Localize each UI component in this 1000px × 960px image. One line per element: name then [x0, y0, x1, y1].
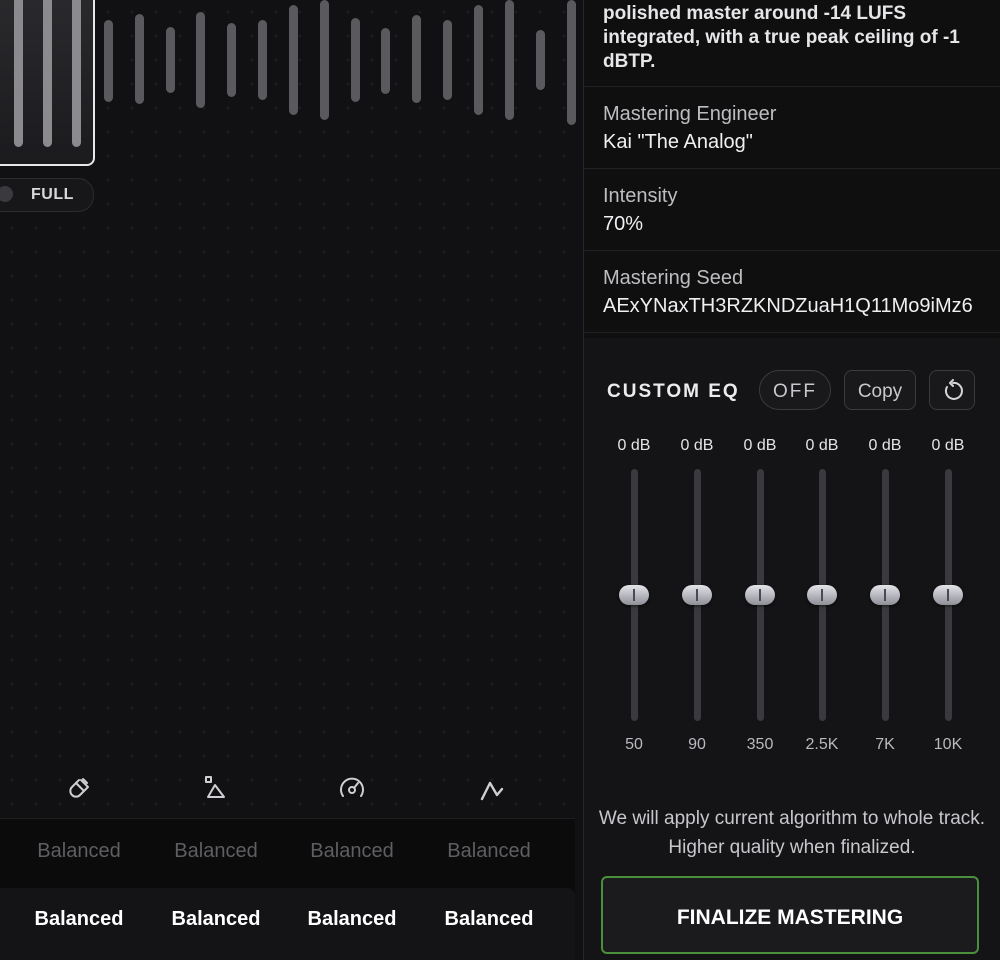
- eq-reset-button[interactable]: [929, 370, 975, 410]
- divider: [584, 250, 1000, 251]
- band-slider-thumb[interactable]: [933, 585, 963, 605]
- waveform-bar: [227, 23, 236, 97]
- peak-icon[interactable]: [475, 772, 509, 806]
- waveform-bar: [289, 5, 298, 115]
- intensity-value: 70%: [603, 213, 644, 235]
- waveform-bar: [351, 18, 360, 102]
- eq-title: CUSTOM EQ: [607, 381, 740, 402]
- band-frequency-label: 10K: [933, 736, 963, 753]
- band-slider-thumb[interactable]: [870, 585, 900, 605]
- preset-selected[interactable]: Balanced: [148, 908, 284, 931]
- mastering-description: polished master around -14 LUFS integrat…: [603, 3, 960, 72]
- waveform-bar: [412, 15, 421, 103]
- preset-selected[interactable]: Balanced: [421, 908, 557, 931]
- band-gain-label: 0 dB: [617, 437, 651, 454]
- band-slider-thumb[interactable]: [619, 585, 649, 605]
- intensity-label: Intensity: [603, 185, 678, 207]
- band-frequency-label: 350: [746, 736, 774, 753]
- divider: [584, 168, 1000, 169]
- band-frequency-label: 2.5K: [805, 736, 839, 753]
- band-gain-label: 0 dB: [743, 437, 777, 454]
- band-slider-thumb[interactable]: [745, 585, 775, 605]
- waveform-bar: [536, 30, 545, 90]
- waveform-bar: [443, 20, 452, 100]
- preset-selected[interactable]: Balanced: [11, 908, 147, 931]
- shape-icon[interactable]: [198, 772, 232, 806]
- band-gain-label: 0 dB: [805, 437, 839, 454]
- band-frequency-label: 50: [625, 736, 643, 753]
- waveform[interactable]: [0, 0, 583, 166]
- divider: [584, 332, 1000, 333]
- preset-option[interactable]: Balanced: [421, 840, 557, 863]
- preset-option[interactable]: Balanced: [11, 840, 147, 863]
- view-mode-label: FULL: [31, 186, 74, 203]
- waveform-bar: [135, 14, 144, 104]
- player-panel: FULL Balanced Balanced Balanced Balanced…: [0, 0, 583, 960]
- reset-icon: [944, 379, 963, 400]
- finalize-mastering-button[interactable]: FINALIZE MASTERING: [601, 876, 979, 954]
- preset-option[interactable]: Balanced: [284, 840, 420, 863]
- seed-value: AExYNaxTH3RZKNDZuaH1Q11Mo9iMz6: [603, 295, 973, 317]
- divider: [584, 86, 1000, 87]
- waveform-bar: [258, 20, 267, 100]
- apply-note: We will apply current algorithm to whole…: [598, 808, 986, 858]
- gauge-icon[interactable]: [335, 772, 369, 806]
- waveform-bar: [381, 28, 390, 94]
- waveform-bar: [104, 20, 113, 102]
- magnet-icon[interactable]: [62, 772, 96, 806]
- waveform-bar: [196, 12, 205, 108]
- engineer-value: Kai "The Analog": [603, 131, 753, 153]
- preset-option[interactable]: Balanced: [148, 840, 284, 863]
- mastering-panel: polished master around -14 LUFS integrat…: [584, 0, 1000, 960]
- band-gain-label: 0 dB: [868, 437, 902, 454]
- waveform-bar: [72, 0, 81, 147]
- eq-toggle-button[interactable]: OFF: [759, 370, 831, 410]
- band-frequency-label: 7K: [875, 736, 895, 753]
- engineer-label: Mastering Engineer: [603, 103, 777, 125]
- band-gain-label: 0 dB: [680, 437, 714, 454]
- preset-selected[interactable]: Balanced: [284, 908, 420, 931]
- eq-copy-button[interactable]: Copy: [844, 370, 916, 410]
- waveform-bar: [505, 0, 514, 120]
- band-slider-thumb[interactable]: [682, 585, 712, 605]
- waveform-bar: [474, 5, 483, 115]
- band-slider-thumb[interactable]: [807, 585, 837, 605]
- seed-label: Mastering Seed: [603, 267, 744, 289]
- waveform-bar: [14, 0, 23, 147]
- waveform-bar: [320, 0, 329, 120]
- band-gain-label: 0 dB: [931, 437, 965, 454]
- view-mode-toggle[interactable]: FULL: [0, 178, 94, 212]
- band-frequency-label: 90: [688, 736, 706, 753]
- waveform-selection[interactable]: [0, 0, 95, 166]
- toggle-knob: [0, 186, 13, 202]
- waveform-bar: [166, 27, 175, 93]
- custom-eq-panel: CUSTOM EQ OFF Copy 0 dB 0 dB 0 dB 0 dB 0…: [584, 338, 1000, 960]
- waveform-bar: [567, 0, 576, 125]
- waveform-bar: [43, 0, 52, 147]
